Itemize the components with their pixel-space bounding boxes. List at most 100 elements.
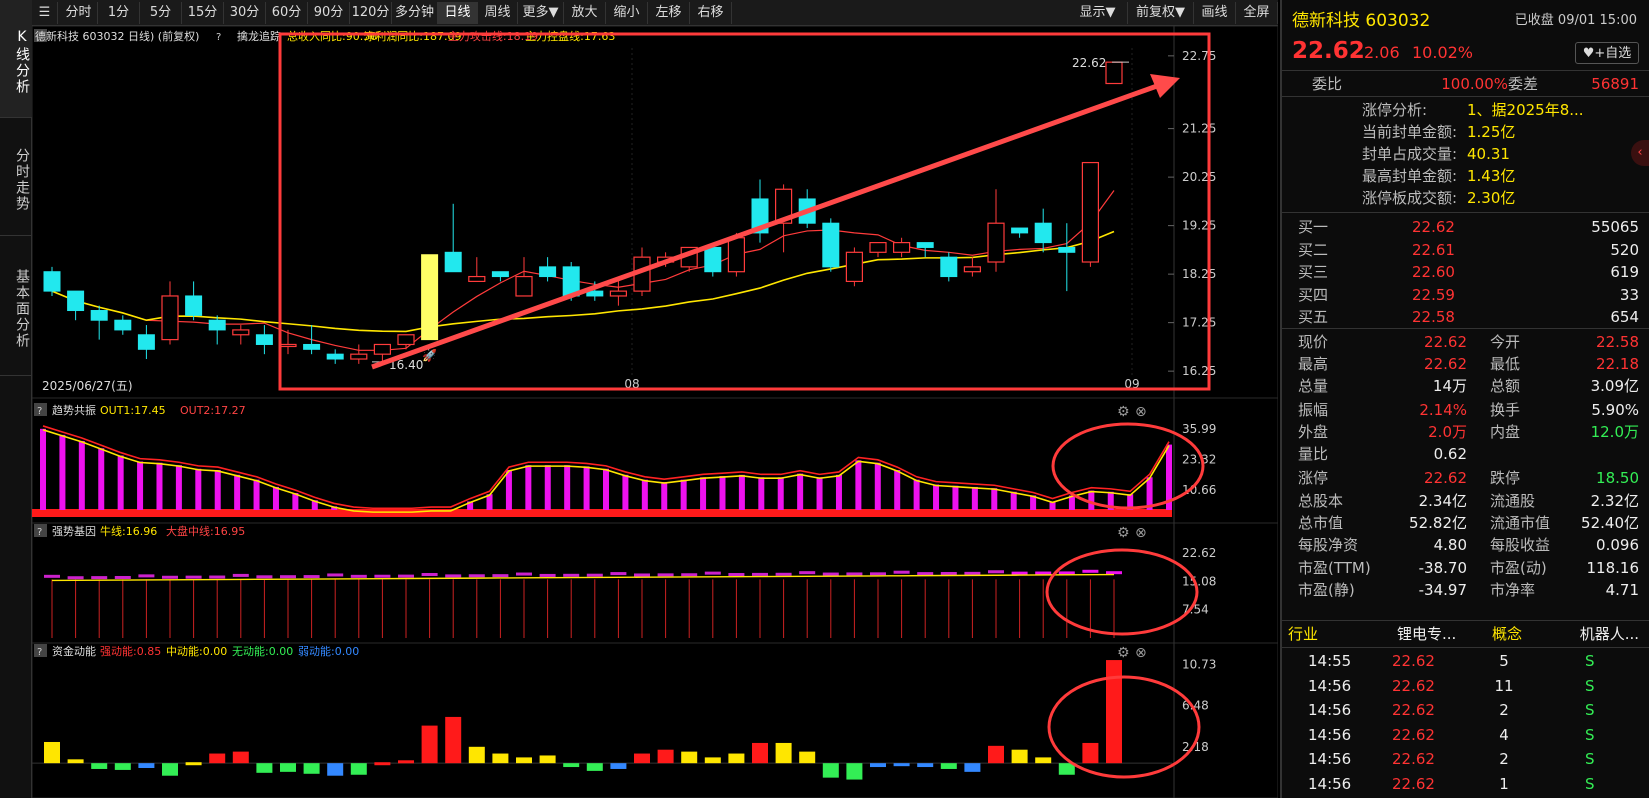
toolbar-btn-4[interactable]: 30分 xyxy=(224,2,266,24)
sub1-bar xyxy=(933,484,940,510)
sub3-bar xyxy=(964,763,981,772)
sub1-bar xyxy=(505,470,512,510)
price-pct: 10.02% xyxy=(1412,43,1474,62)
sub2-value-1: 大盘中线:16.95 xyxy=(166,524,245,538)
gear-icon[interactable]: ⚙ xyxy=(1117,525,1130,541)
toolbar-btn-14[interactable]: 左移 xyxy=(648,2,690,24)
tab-fundamental[interactable]: 基本面分析 xyxy=(0,236,32,376)
limit-value-4: 2.30亿 xyxy=(1467,189,1516,207)
close-icon[interactable]: ⊗ xyxy=(1135,525,1147,541)
stat-label-a-3: 振幅 xyxy=(1298,401,1329,419)
sub2-box xyxy=(1058,571,1075,575)
toolbar-btn-5[interactable]: 60分 xyxy=(266,2,308,24)
tab-intraday[interactable]: 分时走势 xyxy=(0,118,32,236)
sub3-bar xyxy=(752,742,768,764)
main-ytick-6: 16.25 xyxy=(1182,364,1216,378)
heart-icon: ♥ xyxy=(1582,46,1595,61)
stat-value-b-8: 52.40亿 xyxy=(1581,514,1639,532)
bid-label-0: 买一 xyxy=(1298,218,1329,236)
toolbar-right-btn-1[interactable]: 前复权▼ xyxy=(1128,2,1194,24)
toolbar-btn-9[interactable]: 日线 xyxy=(438,2,478,24)
sub3-bar xyxy=(634,753,650,764)
sub3-bar xyxy=(162,763,178,776)
help-icon-glyph: ? xyxy=(37,406,42,417)
candle xyxy=(43,266,61,296)
stat-label-a-2: 总量 xyxy=(1298,377,1329,395)
sub2-box xyxy=(232,573,249,577)
toolbar-right-btn-0[interactable]: 显示▼ xyxy=(1068,2,1128,24)
sub1-bar xyxy=(971,486,978,510)
candle xyxy=(940,252,958,282)
tick-side-3: S xyxy=(1585,725,1595,744)
sub1-bar xyxy=(583,466,590,510)
toolbar-btn-7[interactable]: 120分 xyxy=(350,2,392,24)
help-icon-glyph: ? xyxy=(37,527,42,538)
sub2-box xyxy=(421,573,438,577)
collapse-arrow-icon[interactable]: ‹ xyxy=(1631,140,1649,166)
chart-area[interactable]: 德新科技 603032 日线) (前复权)? 擒龙追踪 总收入同比:90.50 净利润… xyxy=(32,26,1278,798)
concept-value[interactable]: 机器人... xyxy=(1580,623,1639,645)
menu-icon[interactable]: ☰ xyxy=(32,2,58,24)
sub2-box xyxy=(303,575,320,579)
sub1-bar xyxy=(797,473,804,510)
sub3-bar xyxy=(539,755,556,764)
sub2-box xyxy=(209,575,226,579)
toolbar-btn-8[interactable]: 多分钟 xyxy=(392,2,438,24)
gear-icon[interactable]: ⚙ xyxy=(1117,645,1130,661)
tick-time-2: 14:56 xyxy=(1308,701,1352,719)
toolbar-btn-1[interactable]: 1分 xyxy=(98,2,140,24)
stat-label-a-9: 每股净资 xyxy=(1298,536,1359,554)
sub2-box xyxy=(1035,571,1052,575)
sub3-bar xyxy=(185,762,202,766)
toolbar-btn-15[interactable]: 右移 xyxy=(690,2,732,24)
sub3-bar xyxy=(492,753,509,764)
sub3-bar xyxy=(256,763,273,773)
sub1-value-0: OUT1:17.45 xyxy=(100,404,166,417)
help-icon-glyph: ? xyxy=(37,647,42,658)
toolbar-btn-2[interactable]: 5分 xyxy=(140,2,182,24)
sub3-bar xyxy=(917,763,934,768)
close-icon[interactable]: ⊗ xyxy=(1135,645,1147,661)
sub2-box xyxy=(374,574,391,578)
toolbar-btn-3[interactable]: 15分 xyxy=(182,2,224,24)
toolbar-right-btn-2[interactable]: 画线 xyxy=(1194,2,1236,24)
tick-side-5: S xyxy=(1585,774,1595,793)
add-watchlist-button[interactable]: ♥+自选 xyxy=(1575,42,1639,64)
tick-vol-3: 4 xyxy=(1499,725,1509,744)
industry-value[interactable]: 锂电专... xyxy=(1397,623,1456,645)
tab-kline-analysis[interactable]: K线分析 xyxy=(0,0,32,118)
close-icon[interactable]: ⊗ xyxy=(1135,404,1147,420)
toolbar-btn-0[interactable]: 分时 xyxy=(60,2,98,24)
sub3-bar xyxy=(468,746,485,764)
tick-price-1: 22.62 xyxy=(1392,676,1435,695)
sub2-box xyxy=(327,573,344,577)
sub2-box xyxy=(185,575,202,579)
tick-price-2: 22.62 xyxy=(1392,701,1435,719)
gear-icon[interactable]: ⚙ xyxy=(1117,404,1130,420)
sub3-bar xyxy=(728,753,745,764)
toolbar-btn-13[interactable]: 缩小 xyxy=(606,2,648,24)
tick-side-0: S xyxy=(1585,652,1595,670)
sub2-box xyxy=(516,572,532,576)
toolbar-btn-11[interactable]: 更多▼ xyxy=(518,2,564,24)
sub3-bar xyxy=(516,757,532,764)
toolbar-right-btn-3[interactable]: 全屏 xyxy=(1236,2,1278,24)
sub1-bar xyxy=(777,477,784,510)
toolbar-btn-10[interactable]: 周线 xyxy=(478,2,518,24)
sub3-title: 资金动能 xyxy=(52,644,96,658)
sub3-bar xyxy=(232,751,249,764)
toolbar-btn-6[interactable]: 90分 xyxy=(308,2,350,24)
toolbar-btn-12[interactable]: 放大 xyxy=(564,2,606,24)
stat-value-a-5: 0.62 xyxy=(1433,445,1467,463)
stat-label-a-11: 市盈(静) xyxy=(1298,581,1355,599)
sub2-box xyxy=(752,572,768,576)
sub3-bar xyxy=(799,751,816,764)
high-label: 22.62 xyxy=(1072,56,1106,70)
bid-vol-2: 619 xyxy=(1610,263,1639,281)
weicha-label: 委差 xyxy=(1508,75,1539,93)
sub2-box xyxy=(586,573,603,577)
stat-label-b-1: 最低 xyxy=(1490,355,1521,373)
sub3-bar xyxy=(681,751,698,764)
stat-label-a-1: 最高 xyxy=(1298,355,1329,373)
sub1-title: 趋势共振 xyxy=(52,403,96,417)
